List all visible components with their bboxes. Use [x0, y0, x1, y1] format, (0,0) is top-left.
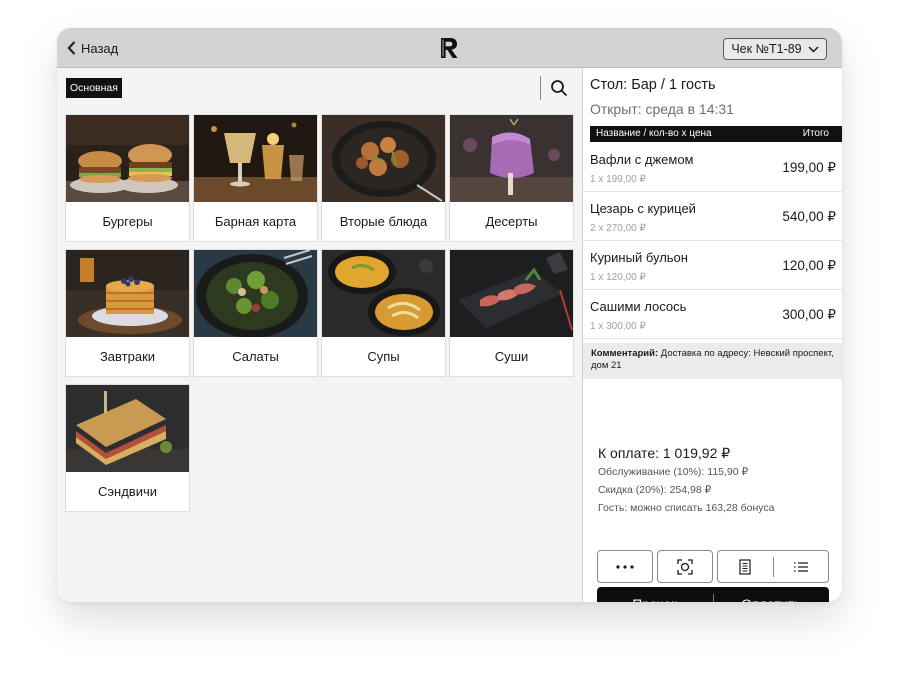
guest-bonus: Гость: можно списать 163,28 бонуса	[598, 502, 775, 514]
more-dots-icon	[616, 564, 634, 569]
opened-time: Открыт: среда в 14:31	[590, 101, 734, 117]
soup-photo	[322, 250, 445, 337]
back-button[interactable]: Назад	[67, 38, 118, 58]
category-tile-desserts[interactable]: Десерты	[449, 114, 574, 242]
table-title: Стол: Бар / 1 гость	[590, 77, 716, 93]
search-divider	[540, 76, 541, 100]
receipt-item[interactable]: Сашими лосось 1 x 300,00 ₽ 300,00 ₽	[583, 290, 842, 339]
sashimi-photo	[450, 250, 573, 337]
item-qty: 2 x 270,00 ₽	[590, 223, 646, 234]
item-sum: 300,00 ₽	[782, 307, 836, 322]
order-comment: Комментарий: Доставка по адресу: Невский…	[583, 343, 842, 379]
category-tag[interactable]: Основная	[66, 78, 122, 98]
receipt-panel: Стол: Бар / 1 гость Открыт: среда в 14:3…	[582, 68, 842, 602]
tile-label: Бургеры	[102, 214, 153, 229]
salad-photo	[194, 250, 317, 337]
search-icon[interactable]	[550, 79, 568, 97]
item-sum: 120,00 ₽	[782, 258, 836, 273]
item-name: Куриный бульон	[590, 250, 688, 265]
burger-photo	[66, 115, 189, 202]
pay-button[interactable]: Оплатить	[714, 587, 830, 603]
pos-window: Назад Чек №Т1-89 Основная Бургеры Барная…	[57, 28, 842, 602]
category-tile-sandwiches[interactable]: Сэндвичи	[65, 384, 190, 512]
category-tile-bar[interactable]: Барная карта	[193, 114, 318, 242]
category-tile-breakfast[interactable]: Завтраки	[65, 249, 190, 377]
column-total: Итого	[802, 128, 829, 139]
document-list-group	[717, 550, 829, 583]
main-dish-photo	[322, 115, 445, 202]
category-tile-soups[interactable]: Супы	[321, 249, 446, 377]
tile-label: Салаты	[232, 349, 279, 364]
receipt-item[interactable]: Вафли с джемом 1 x 199,00 ₽ 199,00 ₽	[583, 143, 842, 192]
catalog-panel: Основная Бургеры Барная карта Вторые блю…	[57, 68, 582, 602]
cocktail-photo	[194, 115, 317, 202]
tile-label: Сэндвичи	[98, 484, 157, 499]
sandwich-photo	[66, 385, 189, 472]
item-sum: 540,00 ₽	[782, 209, 836, 224]
pancakes-photo	[66, 250, 189, 337]
scan-icon	[677, 558, 693, 575]
category-tile-salads[interactable]: Салаты	[193, 249, 318, 377]
item-qty: 1 x 199,00 ₽	[590, 174, 646, 185]
list-icon	[793, 561, 808, 572]
item-qty: 1 x 300,00 ₽	[590, 321, 646, 332]
precheck-button[interactable]: Пречек	[597, 587, 713, 603]
tile-label: Десерты	[485, 214, 538, 229]
item-sum: 199,00 ₽	[782, 160, 836, 175]
document-icon	[739, 558, 751, 575]
more-button[interactable]	[597, 550, 653, 583]
item-name: Цезарь с курицей	[590, 201, 696, 216]
discount: Скидка (20%): 254,98 ₽	[598, 484, 712, 496]
tile-label: Барная карта	[214, 214, 297, 229]
column-name: Название / кол-во х цена	[596, 128, 712, 139]
item-name: Вафли с джемом	[590, 152, 694, 167]
item-qty: 1 x 120,00 ₽	[590, 272, 646, 283]
top-bar: Назад Чек №Т1-89	[57, 28, 842, 68]
check-number: Чек №Т1-89	[731, 42, 802, 56]
scan-button[interactable]	[657, 550, 713, 583]
receipt-item[interactable]: Цезарь с курицей 2 x 270,00 ₽ 540,00 ₽	[583, 192, 842, 241]
chevron-down-icon	[808, 45, 819, 53]
service-charge: Обслуживание (10%): 115,90 ₽	[598, 466, 749, 478]
chevron-left-icon	[67, 41, 76, 55]
payment-bar: Пречек Оплатить	[597, 587, 829, 602]
dessert-photo	[450, 115, 573, 202]
category-tile-sushi[interactable]: Суши	[449, 249, 574, 377]
tile-label: Вторые блюда	[339, 214, 428, 229]
tile-label: Супы	[367, 349, 400, 364]
back-label: Назад	[81, 40, 119, 56]
r-logo-icon	[441, 38, 458, 58]
receipt-doc-button[interactable]	[718, 551, 773, 582]
tile-label: Суши	[494, 349, 529, 364]
check-selector[interactable]: Чек №Т1-89	[723, 38, 827, 60]
receipt-column-header: Название / кол-во х цена Итого	[590, 126, 842, 142]
category-tile-mains[interactable]: Вторые блюда	[321, 114, 446, 242]
category-tile-burgers[interactable]: Бургеры	[65, 114, 190, 242]
tile-label: Завтраки	[99, 349, 156, 364]
item-name: Сашими лосось	[590, 299, 687, 314]
amount-due: К оплате: 1 019,92 ₽	[598, 445, 731, 461]
comment-label: Комментарий:	[591, 348, 659, 359]
receipt-item[interactable]: Куриный бульон 1 x 120,00 ₽ 120,00 ₽	[583, 241, 842, 290]
list-button[interactable]	[774, 551, 829, 582]
